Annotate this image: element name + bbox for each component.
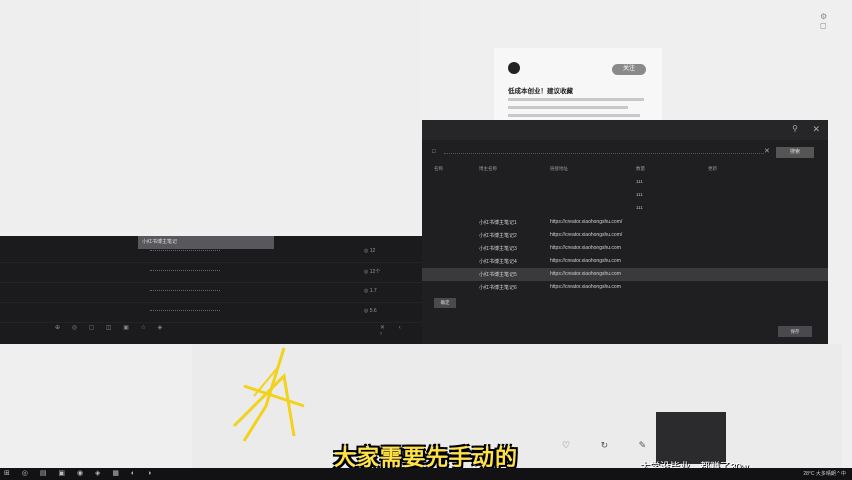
pager-arrows[interactable]: ✕ ‹ › xyxy=(380,324,422,337)
cell-name: 小红书博主笔记2 xyxy=(479,233,517,239)
table-row[interactable]: 小红书博主笔记4 https://creator.xiaohongshu.com xyxy=(422,255,828,268)
row-placeholder xyxy=(150,310,220,313)
post-action-icons[interactable]: ♡ ↻ ✎ xyxy=(562,440,660,451)
cell-url[interactable]: https://creator.xiaohongshu.com/ xyxy=(550,232,622,238)
link-manager-dialog: ⚲ ✕ □ ✕ 搜索 名称 博主名称 链接地址 数量 更新 111 111 11… xyxy=(422,120,828,370)
row-placeholder xyxy=(150,290,220,293)
row-placeholder xyxy=(150,270,220,273)
cell-count: 111 xyxy=(636,205,643,210)
table-row[interactable]: 小红书博主笔记6 https://creator.xiaohongshu.com xyxy=(422,281,828,294)
search-button[interactable]: 搜索 xyxy=(776,147,814,158)
row-tag: ◎ 5.6 xyxy=(364,308,377,314)
cell-name: 小红书博主笔记3 xyxy=(479,246,517,252)
top-right-icons[interactable]: ⚙ ◻ xyxy=(820,12,852,30)
cell-url[interactable]: https://creator.xiaohongshu.com xyxy=(550,258,621,264)
row-tag: ◎ 12 xyxy=(364,248,376,254)
cell-url[interactable]: https://creator.xiaohongshu.com xyxy=(550,245,621,251)
column-header[interactable]: 博主名称 xyxy=(479,166,497,172)
left-dark-panel: 小红书博主笔记 ◎ 12 ◎ 12个 ◎ 1.7 ◎ 5.6 ⊕ ◎ ▢ ◫ ▣… xyxy=(0,236,422,344)
list-item[interactable]: ◎ 1.7 xyxy=(0,282,422,303)
column-header[interactable]: 名称 xyxy=(434,166,443,172)
confirm-button[interactable]: 确定 xyxy=(434,298,456,308)
clear-icon[interactable]: ✕ xyxy=(764,147,770,155)
feed-text-line xyxy=(508,98,644,101)
table-row[interactable]: 小红书博主笔记1 https://creator.xiaohongshu.com… xyxy=(422,216,828,229)
cell-url[interactable]: https://creator.xiaohongshu.com xyxy=(550,271,621,277)
dialog-title-bar: ⚲ ✕ xyxy=(422,120,828,140)
cell-count: 111 xyxy=(636,192,643,197)
cell-count: 111 xyxy=(636,179,643,184)
column-header[interactable]: 链接地址 xyxy=(550,166,568,172)
blank-page-area xyxy=(0,0,422,232)
taskbar-app-icons[interactable]: ⊞ ◎ ▤ ▣ ◉ ◈ ▦ ◐ ◑ xyxy=(4,469,156,477)
row-tag: ◎ 1.7 xyxy=(364,288,377,294)
feed-card[interactable] xyxy=(494,48,662,120)
follow-button[interactable]: 关注 xyxy=(612,64,646,75)
close-icon[interactable]: ✕ xyxy=(812,124,820,135)
cell-url[interactable]: https://creator.xiaohongshu.com/ xyxy=(550,219,622,225)
table-row[interactable]: 111 xyxy=(422,202,828,215)
yellow-annotation-strokes xyxy=(232,347,305,442)
table-row[interactable]: 111 xyxy=(422,189,828,202)
column-header[interactable]: 更新 xyxy=(708,166,717,172)
cell-name: 小红书博主笔记1 xyxy=(479,220,517,226)
cell-name: 小红书博主笔记4 xyxy=(479,259,517,265)
table-row[interactable]: 111 xyxy=(422,176,828,189)
feed-text-line xyxy=(508,106,628,109)
cell-url[interactable]: https://creator.xiaohongshu.com xyxy=(550,284,621,290)
feed-title: 低成本创业！建议收藏 xyxy=(508,88,573,95)
table-row-selected[interactable]: 小红书博主笔记5 https://creator.xiaohongshu.com xyxy=(422,268,828,281)
row-tag: ◎ 12个 xyxy=(364,269,381,275)
video-thumbnail[interactable] xyxy=(656,412,726,464)
system-tray[interactable]: 28°C 大多晴朗 ^ 中 xyxy=(803,470,846,477)
table-row[interactable]: 小红书博主笔记2 https://creator.xiaohongshu.com… xyxy=(422,229,828,242)
list-item[interactable]: ◎ 5.6 xyxy=(0,302,422,323)
list-item[interactable]: ◎ 12个 xyxy=(0,262,422,283)
taskbar: ⊞ ◎ ▤ ▣ ◉ ◈ ▦ ◐ ◑ 28°C 大多晴朗 ^ 中 xyxy=(0,468,852,480)
search-input[interactable] xyxy=(444,153,764,155)
cell-name: 小红书博主笔记5 xyxy=(479,272,517,278)
row-placeholder xyxy=(150,250,220,253)
list-item[interactable]: ◎ 12 xyxy=(0,242,422,263)
cell-name: 小红书博主笔记6 xyxy=(479,285,517,291)
feed-text-line xyxy=(508,114,640,117)
left-toolbar-icons[interactable]: ⊕ ◎ ▢ ◫ ▣ ☆ ◈ xyxy=(55,324,167,331)
table-row[interactable]: 小红书博主笔记3 https://creator.xiaohongshu.com xyxy=(422,242,828,255)
search-label: □ xyxy=(432,149,436,155)
column-header[interactable]: 数量 xyxy=(636,166,645,172)
author-avatar[interactable] xyxy=(508,62,520,74)
save-button[interactable]: 保存 xyxy=(778,326,812,337)
pin-icon[interactable]: ⚲ xyxy=(792,124,798,133)
